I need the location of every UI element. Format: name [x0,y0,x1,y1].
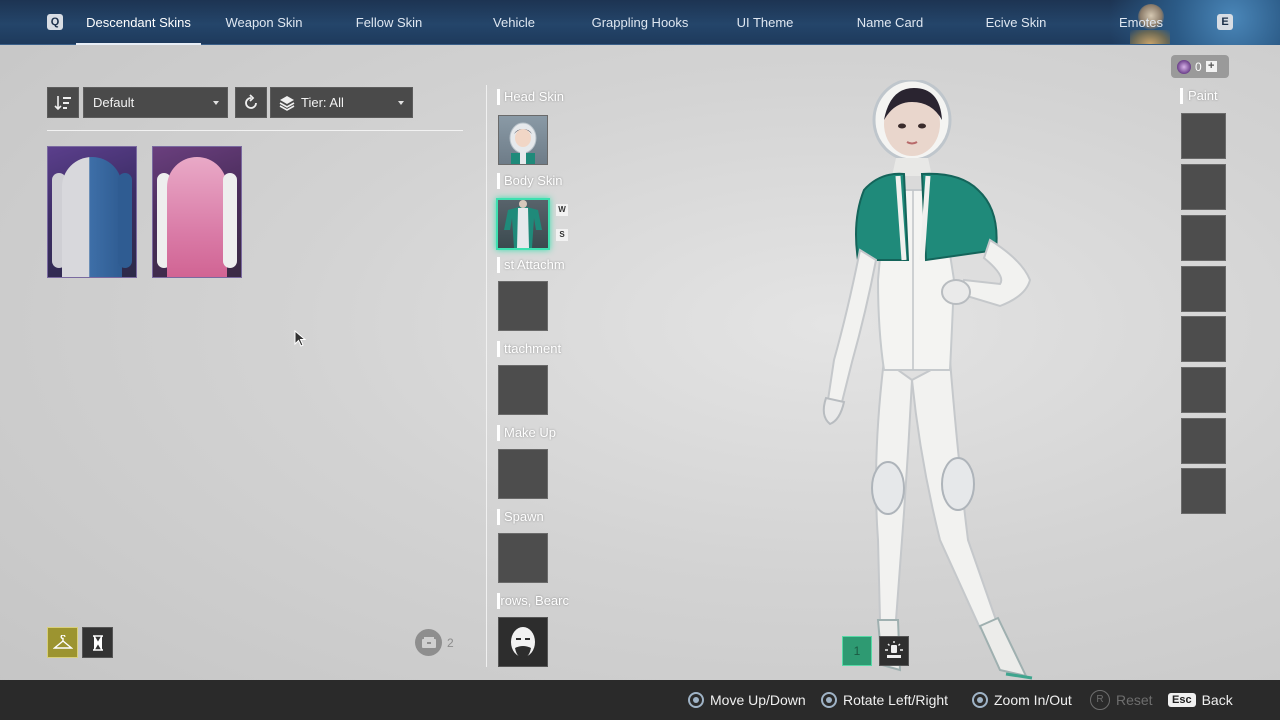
reset-view-button[interactable]: R Reset [1090,680,1153,720]
body-skin-thumbnail-icon [504,200,542,248]
head-skin-thumbnail-icon [509,122,537,164]
paint-slot[interactable] [1181,468,1226,514]
paint-currency-amount: 0 [1195,59,1202,74]
layers-icon [279,96,295,111]
skin-card-pink-nurse-outfit[interactable] [152,146,242,278]
inventory-count: 2 [447,636,454,650]
slot-label-body-skin: Body Skin [497,173,569,189]
slot-head-skin[interactable] [498,115,548,165]
add-currency-icon[interactable]: + [1205,61,1217,72]
sort-dropdown[interactable]: Default [83,87,228,118]
mouse-cursor-icon [294,330,307,347]
r-key-icon: R [1090,690,1110,710]
slot-body-skin-selected[interactable] [496,198,550,250]
trigger-stick-icon [972,692,988,708]
right-stick-icon [688,692,704,708]
sort-icon [54,95,71,110]
chevron-down-icon [398,101,404,105]
paint-currency-badge[interactable]: 0 + [1171,55,1229,78]
skin-tag-badge: S [556,229,568,241]
paint-slot[interactable] [1181,367,1226,413]
prev-tab-key[interactable]: Q [47,14,63,30]
chevron-down-icon [213,101,219,105]
tab-descendant-skins[interactable]: Descendant Skins [76,0,201,45]
category-tab-bar: Q Descendant Skins Weapon Skin Fellow Sk… [0,0,1280,45]
slot-label-chest-attachment: ttachment [497,341,569,357]
paint-coin-icon [1177,59,1191,74]
spotlight-icon [885,641,903,658]
tab-weapon-skin[interactable]: Weapon Skin [212,0,316,45]
filter-divider [47,130,463,131]
slot-label-eyebrows-beard: rows, Bearc [497,593,569,609]
pink-nurse-outfit-skin-icon [167,157,227,277]
hint-zoom: Zoom In/Out [972,680,1072,720]
tab-ecive-skin[interactable]: Ecive Skin [974,0,1058,45]
esc-key-icon: Esc [1168,693,1196,707]
paint-slot[interactable] [1181,266,1226,312]
weapon-tag-badge: W [556,204,568,216]
slot-column-divider [486,85,487,667]
reset-filter-button[interactable] [235,87,267,118]
hourglass-icon [92,634,103,651]
paint-slot[interactable] [1181,418,1226,464]
wardrobe-mode-button[interactable] [47,627,78,658]
preset-1-button[interactable]: 1 [842,636,872,666]
slot-label-head-skin: Head Skin [497,89,569,105]
tab-emotes[interactable]: Emotes [1110,0,1172,45]
limited-time-mode-button[interactable] [82,627,113,658]
hint-rotate: Rotate Left/Right [821,680,948,720]
slot-make-up[interactable] [498,449,548,499]
preset-number: 1 [853,644,861,658]
paint-slot[interactable] [1181,215,1226,261]
sort-order-button[interactable] [47,87,79,118]
slot-eyebrows-beard[interactable] [498,617,548,667]
paint-slot[interactable] [1181,164,1226,210]
paint-slot[interactable] [1181,113,1226,159]
tab-vehicle[interactable]: Vehicle [474,0,554,45]
slot-spawn[interactable] [498,533,548,583]
hint-move: Move Up/Down [688,680,806,720]
character-model-preview[interactable] [800,80,1060,680]
lighting-toggle-button[interactable] [879,636,909,666]
slot-label-spawn: Spawn [497,509,569,525]
left-stick-icon [821,692,837,708]
slot-back-attachment[interactable] [498,281,548,331]
hanger-icon [52,634,73,649]
sort-dropdown-value: Default [93,95,135,110]
face-beard-icon [511,627,535,658]
tab-fellow-skin[interactable]: Fellow Skin [339,0,439,45]
controls-hint-bar: Move Up/Down Rotate Left/Right Zoom In/O… [0,680,1280,720]
skin-card-blue-white-jacket[interactable] [47,146,137,278]
tab-name-card[interactable]: Name Card [845,0,935,45]
blue-white-jacket-skin-icon [62,157,122,277]
slot-label-back-attachment: st Attachm [497,257,569,273]
back-button[interactable]: Esc Back [1168,680,1233,720]
inventory-box-icon [415,629,442,656]
tier-dropdown[interactable]: Tier: All [270,87,413,118]
tab-ui-theme[interactable]: UI Theme [720,0,810,45]
next-tab-key[interactable]: E [1217,14,1233,30]
paint-slot[interactable] [1181,316,1226,362]
tier-dropdown-value: Tier: All [301,95,344,110]
slot-chest-attachment[interactable] [498,365,548,415]
paint-section-label: Paint [1180,88,1218,104]
refresh-icon [245,93,257,109]
tab-grappling-hooks[interactable]: Grappling Hooks [580,0,700,45]
slot-label-make-up: Make Up [497,425,569,441]
